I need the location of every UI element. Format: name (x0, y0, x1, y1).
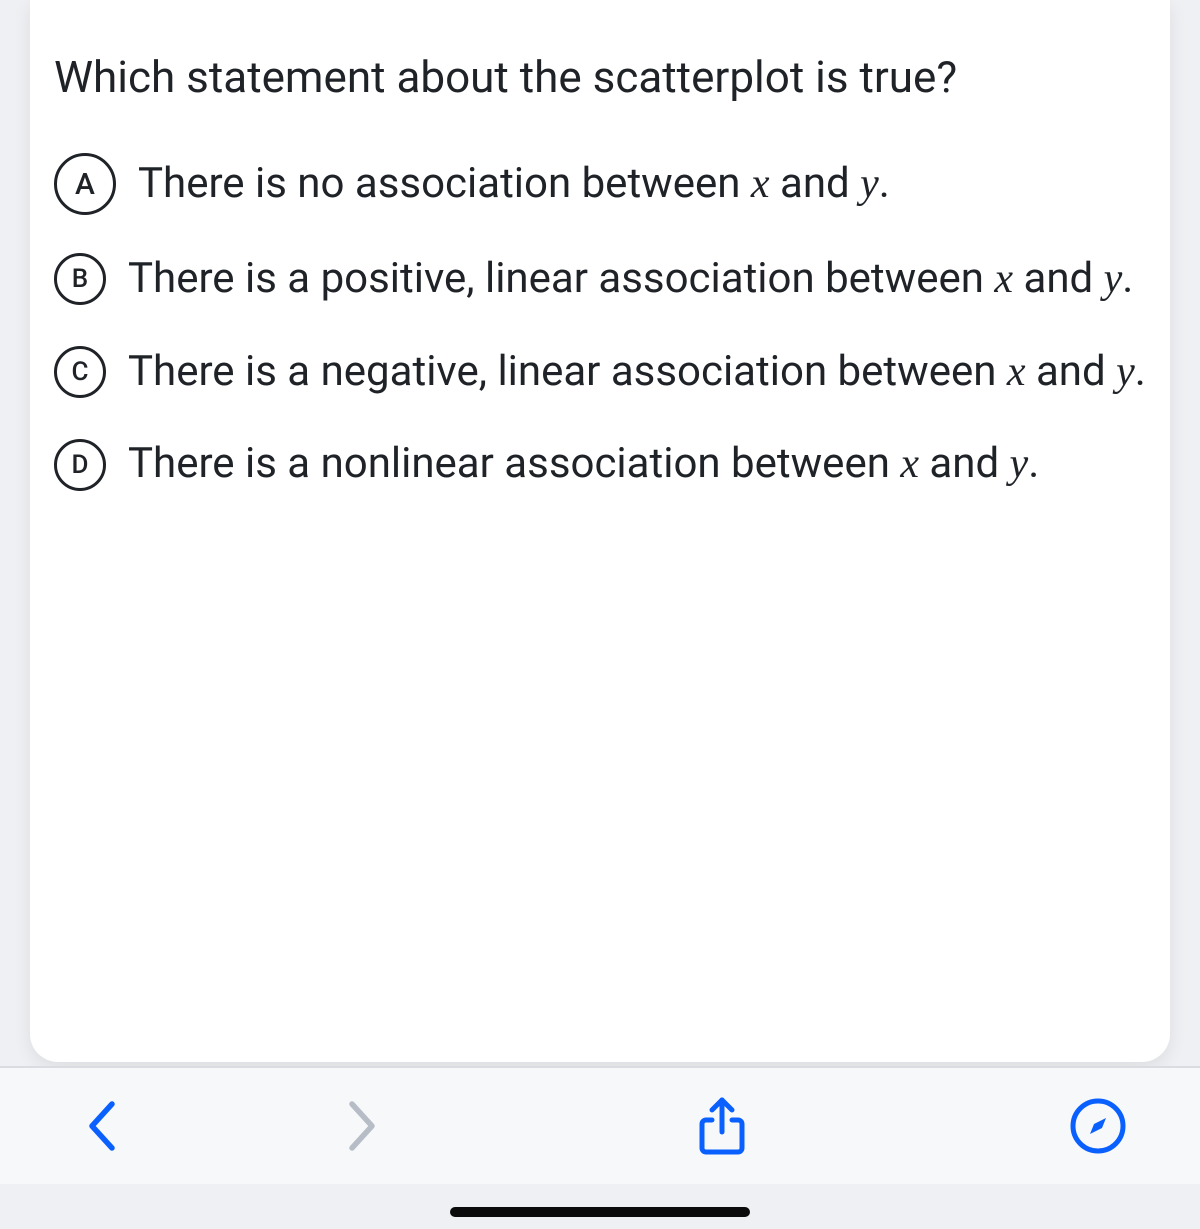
option-d-bubble: D (54, 439, 106, 491)
option-c-text: There is a negative, linear association … (128, 344, 1146, 401)
var-x: x (994, 256, 1013, 302)
chevron-left-icon (82, 1098, 122, 1154)
compass-button[interactable] (1063, 1091, 1133, 1161)
question-text: Which statement about the scatterplot is… (30, 10, 1170, 135)
var-y: y (1104, 256, 1123, 302)
option-a-mid: and (770, 159, 861, 208)
var-x: x (900, 441, 919, 487)
option-d-post: . (1028, 439, 1039, 488)
forward-button[interactable] (327, 1091, 397, 1161)
option-b-mid: and (1013, 254, 1104, 303)
option-b-text: There is a positive, linear association … (128, 251, 1146, 308)
share-icon (694, 1094, 750, 1158)
option-c-mid: and (1026, 347, 1117, 396)
question-card: Which statement about the scatterplot is… (30, 0, 1170, 1062)
option-a-pre: There is no association between (138, 159, 751, 208)
option-a-text: There is no association between x and y. (138, 156, 1146, 213)
option-d[interactable]: D There is a nonlinear association betwe… (54, 418, 1146, 511)
bottom-toolbar (0, 1066, 1200, 1184)
chevron-right-icon (342, 1098, 382, 1154)
option-b-pre: There is a positive, linear association … (128, 254, 994, 303)
option-d-text: There is a nonlinear association between… (128, 436, 1146, 493)
share-button[interactable] (687, 1091, 757, 1161)
option-a-post: . (879, 159, 890, 208)
option-c-pre: There is a negative, linear association … (128, 347, 1007, 396)
option-d-mid: and (919, 439, 1010, 488)
option-b-post: . (1122, 254, 1133, 303)
var-x: x (751, 161, 770, 207)
option-c-bubble: C (54, 346, 106, 398)
var-y: y (860, 161, 879, 207)
var-x: x (1007, 349, 1026, 395)
back-button[interactable] (67, 1091, 137, 1161)
option-c-post: . (1135, 347, 1146, 396)
option-a[interactable]: A There is no association between x and … (54, 135, 1146, 233)
option-b-bubble: B (54, 253, 106, 305)
option-a-bubble: A (54, 153, 116, 215)
var-y: y (1010, 441, 1029, 487)
option-b[interactable]: B There is a positive, linear associatio… (54, 233, 1146, 326)
home-indicator[interactable] (450, 1207, 750, 1217)
compass-icon (1069, 1097, 1127, 1155)
options-list: A There is no association between x and … (30, 135, 1170, 511)
option-c[interactable]: C There is a negative, linear associatio… (54, 326, 1146, 419)
option-d-pre: There is a nonlinear association between (128, 439, 900, 488)
var-y: y (1116, 349, 1135, 395)
